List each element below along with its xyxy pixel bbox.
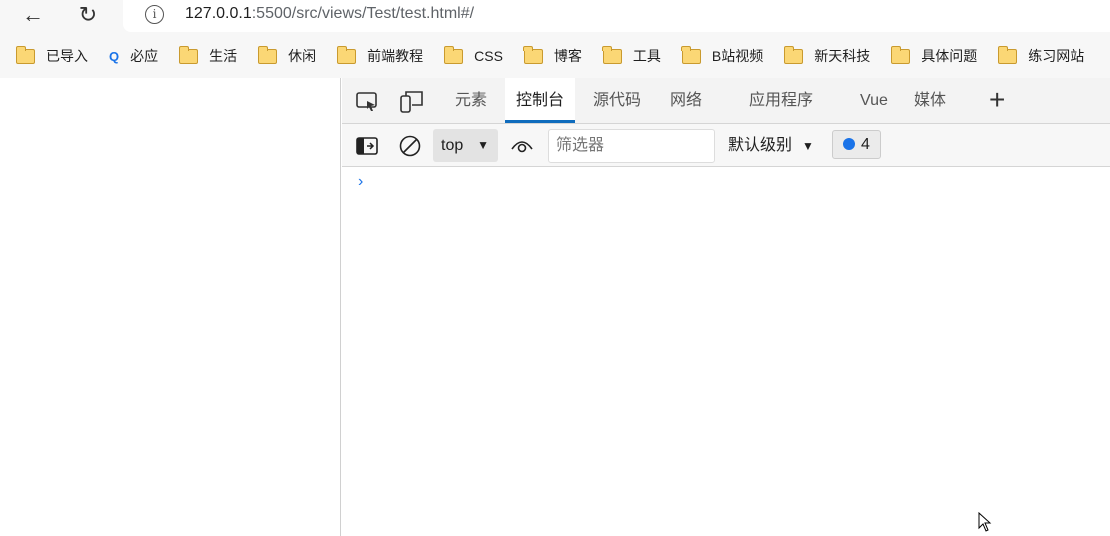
bookmark-item[interactable]: B站视频 xyxy=(681,45,764,66)
log-level-dropdown[interactable]: 默认级别 ▼ xyxy=(728,129,814,163)
filter-input[interactable]: 筛选器 xyxy=(548,129,715,163)
tab-vue[interactable]: Vue xyxy=(860,78,888,123)
clear-console-icon[interactable] xyxy=(399,135,421,157)
messages-count-button[interactable]: 4 xyxy=(832,130,881,159)
reload-button[interactable]: ↻ xyxy=(73,2,103,30)
folder-icon xyxy=(523,45,543,64)
folder-icon xyxy=(997,45,1018,64)
bookmark-item[interactable]: CSS xyxy=(443,45,503,64)
info-icon[interactable]: i xyxy=(145,5,164,24)
bookmark-label: 博客 xyxy=(553,48,582,64)
sidebar-toggle-icon[interactable] xyxy=(356,137,378,155)
console-prompt-chevron-icon: › xyxy=(358,173,364,190)
dropdown-arrow-icon: ▼ xyxy=(477,138,489,152)
bookmark-label: 具体问题 xyxy=(921,48,978,64)
folder-icon xyxy=(178,45,199,64)
bookmarks-bar: 已导入 Q 必应 生活 休闲 前端教程 CSS 博客 工具 B站视频 新天科技 具体问题 练习网站 xyxy=(0,34,1110,78)
bookmark-label: 休闲 xyxy=(288,48,317,64)
bookmark-item[interactable]: 博客 xyxy=(523,45,582,66)
folder-icon xyxy=(602,45,622,64)
tab-sources[interactable]: 源代码 xyxy=(593,78,641,123)
bookmark-label: 已导入 xyxy=(46,48,88,64)
bookmark-item[interactable]: 新天科技 xyxy=(783,45,871,66)
folder-icon xyxy=(783,45,804,64)
console-output[interactable]: › xyxy=(342,167,1110,527)
console-toolbar: top ▼ 筛选器 默认级别 ▼ 4 xyxy=(342,124,1110,167)
inspect-element-icon[interactable] xyxy=(356,92,378,112)
bookmark-label: 练习网站 xyxy=(1028,48,1085,64)
bookmark-item[interactable]: Q 必应 xyxy=(109,46,158,66)
folder-icon xyxy=(257,45,278,64)
tab-media[interactable]: 媒体 xyxy=(914,78,946,123)
message-icon xyxy=(843,138,855,150)
tab-elements[interactable]: 元素 xyxy=(455,78,487,123)
mouse-cursor-icon xyxy=(978,512,992,532)
bookmark-item[interactable]: 生活 xyxy=(178,45,238,66)
bookmark-label: B站视频 xyxy=(711,48,764,64)
device-toolbar-icon[interactable] xyxy=(400,90,424,114)
bookmark-item[interactable]: 已导入 xyxy=(15,45,88,66)
bookmark-item[interactable]: 具体问题 xyxy=(890,45,978,66)
address-bar[interactable]: i 127.0.0.1:5500/src/views/Test/test.htm… xyxy=(123,0,1110,32)
bookmark-item[interactable]: 前端教程 xyxy=(336,45,424,66)
tab-console[interactable]: 控制台 xyxy=(505,78,576,123)
add-tab-icon[interactable]: + xyxy=(989,84,1005,116)
bookmark-label: 工具 xyxy=(632,48,661,64)
folder-icon xyxy=(890,45,911,64)
url-text[interactable]: 127.0.0.1:5500/src/views/Test/test.html#… xyxy=(185,5,474,23)
bookmark-item[interactable]: 工具 xyxy=(602,45,661,66)
bookmark-label: 必应 xyxy=(130,48,159,64)
folder-icon xyxy=(15,45,35,64)
tab-network[interactable]: 网络 xyxy=(670,78,702,123)
search-icon: Q xyxy=(109,48,120,64)
context-selector[interactable]: top ▼ xyxy=(433,129,498,162)
folder-icon xyxy=(681,45,701,64)
back-button[interactable]: ← xyxy=(18,2,48,30)
devtools-tabs: 元素 控制台 源代码 网络 应用程序 Vue 媒体 + xyxy=(342,78,1110,124)
browser-toolbar: ← ↻ i 127.0.0.1:5500/src/views/Test/test… xyxy=(0,0,1110,34)
bookmark-item[interactable]: 练习网站 xyxy=(997,45,1085,66)
folder-icon xyxy=(336,45,357,64)
tab-application[interactable]: 应用程序 xyxy=(749,78,813,123)
folder-icon xyxy=(443,45,464,64)
live-expression-eye-icon[interactable] xyxy=(510,137,534,153)
page-viewport xyxy=(0,78,341,536)
bookmark-label: 生活 xyxy=(209,48,238,64)
bookmark-item[interactable]: 休闲 xyxy=(257,45,317,66)
bookmark-label: CSS xyxy=(474,48,503,64)
bookmark-label: 新天科技 xyxy=(814,48,871,64)
dropdown-arrow-icon: ▼ xyxy=(802,139,814,153)
devtools-panel: 元素 控制台 源代码 网络 应用程序 Vue 媒体 + top ▼ 筛选器 默认级… xyxy=(342,78,1110,536)
bookmark-label: 前端教程 xyxy=(367,48,424,64)
